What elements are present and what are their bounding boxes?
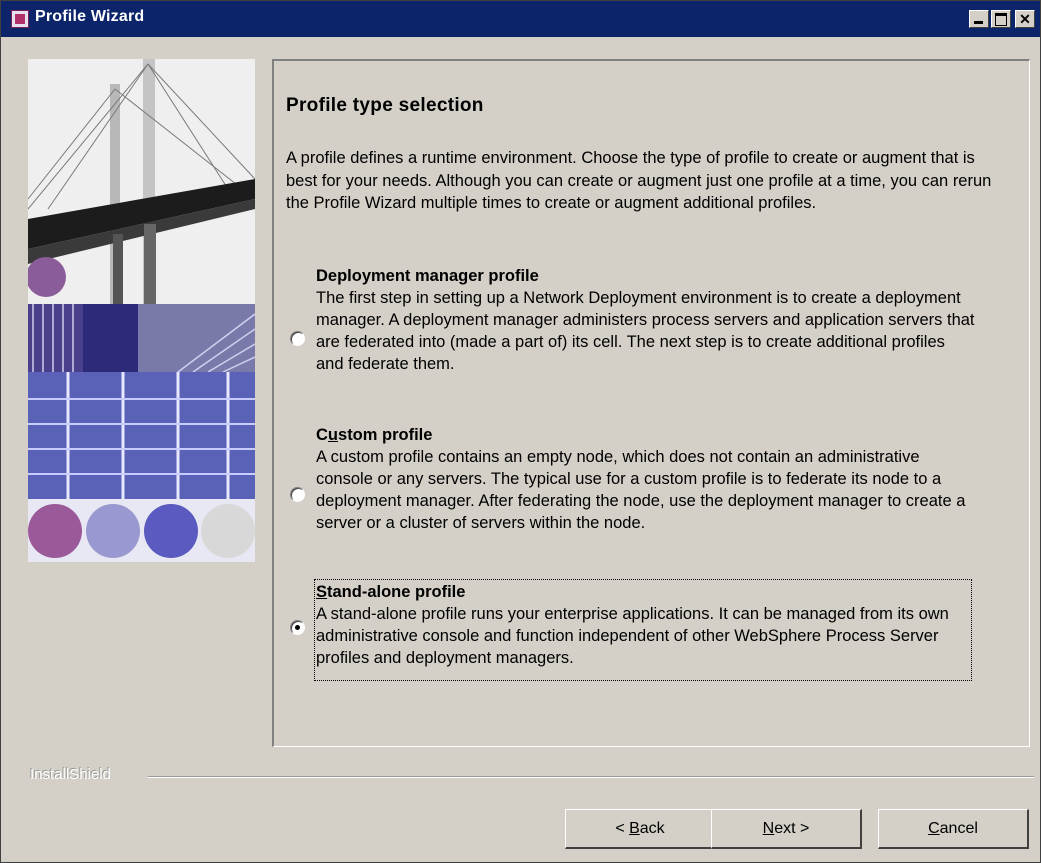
option-title: Deployment manager profile	[316, 267, 539, 285]
cancel-button[interactable]: Cancel	[878, 809, 1029, 849]
mnemonic: u	[327, 426, 339, 444]
option-description: A custom profile contains an empty node,…	[316, 448, 966, 532]
next-button[interactable]: Next >	[711, 809, 862, 849]
minimize-button[interactable]	[969, 10, 989, 28]
option-custom[interactable]: Custom profile A custom profile contains…	[316, 424, 976, 534]
option-title: Custom profile	[316, 426, 433, 444]
radio-custom[interactable]	[290, 487, 305, 502]
footer-divider	[148, 776, 1034, 778]
page-title: Profile type selection	[286, 95, 484, 116]
mnemonic: S	[316, 583, 328, 601]
wizard-side-image	[28, 59, 255, 562]
installshield-brand: InstallShield	[30, 766, 111, 783]
back-button[interactable]: < Back	[565, 809, 716, 849]
maximize-button[interactable]	[991, 10, 1011, 28]
radio-deployment-manager[interactable]	[290, 331, 305, 346]
app-icon	[11, 10, 29, 28]
option-deployment-manager[interactable]: Deployment manager profile The first ste…	[316, 265, 976, 375]
option-stand-alone[interactable]: Stand-alone profile A stand-alone profil…	[316, 581, 976, 669]
title-bar[interactable]: Profile Wizard ✕	[1, 1, 1040, 37]
option-description: A stand-alone profile runs your enterpri…	[316, 605, 949, 667]
profile-wizard-window: Profile Wizard ✕ Profile type selection …	[0, 0, 1041, 863]
option-title: Stand-alone profile	[316, 583, 466, 601]
window-title: Profile Wizard	[35, 8, 145, 25]
close-button[interactable]: ✕	[1015, 10, 1035, 28]
option-description: The first step in setting up a Network D…	[316, 289, 975, 373]
intro-text: A profile defines a runtime environment.…	[286, 149, 992, 212]
radio-stand-alone[interactable]	[290, 620, 305, 635]
